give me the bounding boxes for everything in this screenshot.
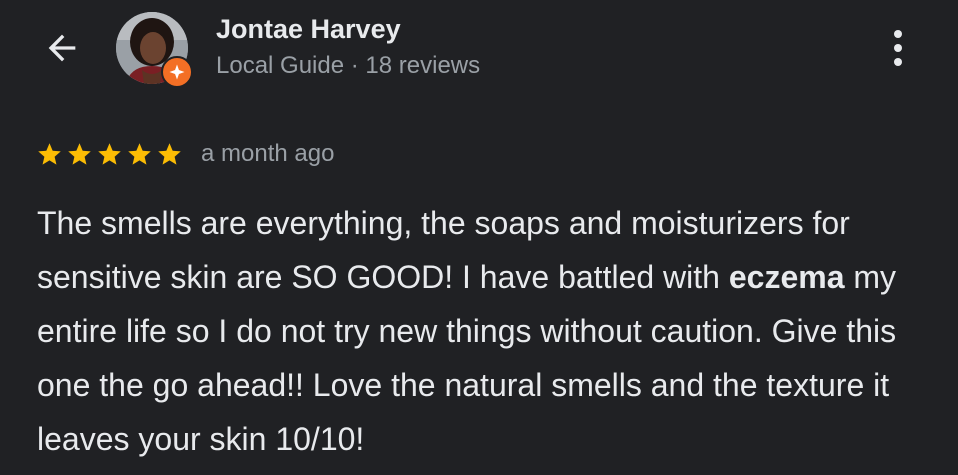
reviewer-avatar-group[interactable] (116, 12, 193, 88)
more-vert-icon (894, 44, 902, 52)
star-icon (68, 142, 91, 165)
review-highlight-term: eczema (728, 259, 845, 295)
review-text: The smells are everything, the soaps and… (37, 196, 937, 466)
star-icon (128, 142, 151, 165)
star-icon (38, 142, 61, 165)
reviewer-name[interactable]: Jontae Harvey (216, 14, 401, 45)
arrow-back-icon (48, 34, 76, 62)
back-button[interactable] (38, 24, 86, 72)
more-vert-icon (894, 58, 902, 66)
star-icon (158, 142, 181, 165)
local-guide-badge-icon (161, 56, 193, 88)
rating-row: a month ago (36, 136, 334, 172)
star-icon (98, 142, 121, 165)
star-rating (36, 141, 183, 168)
review-header: Jontae Harvey Local Guide · 18 reviews (0, 0, 958, 100)
reviewer-meta: Local Guide · 18 reviews (216, 52, 481, 79)
more-options-button[interactable] (874, 24, 922, 72)
more-vert-icon (894, 30, 902, 38)
review-date: a month ago (201, 140, 335, 167)
